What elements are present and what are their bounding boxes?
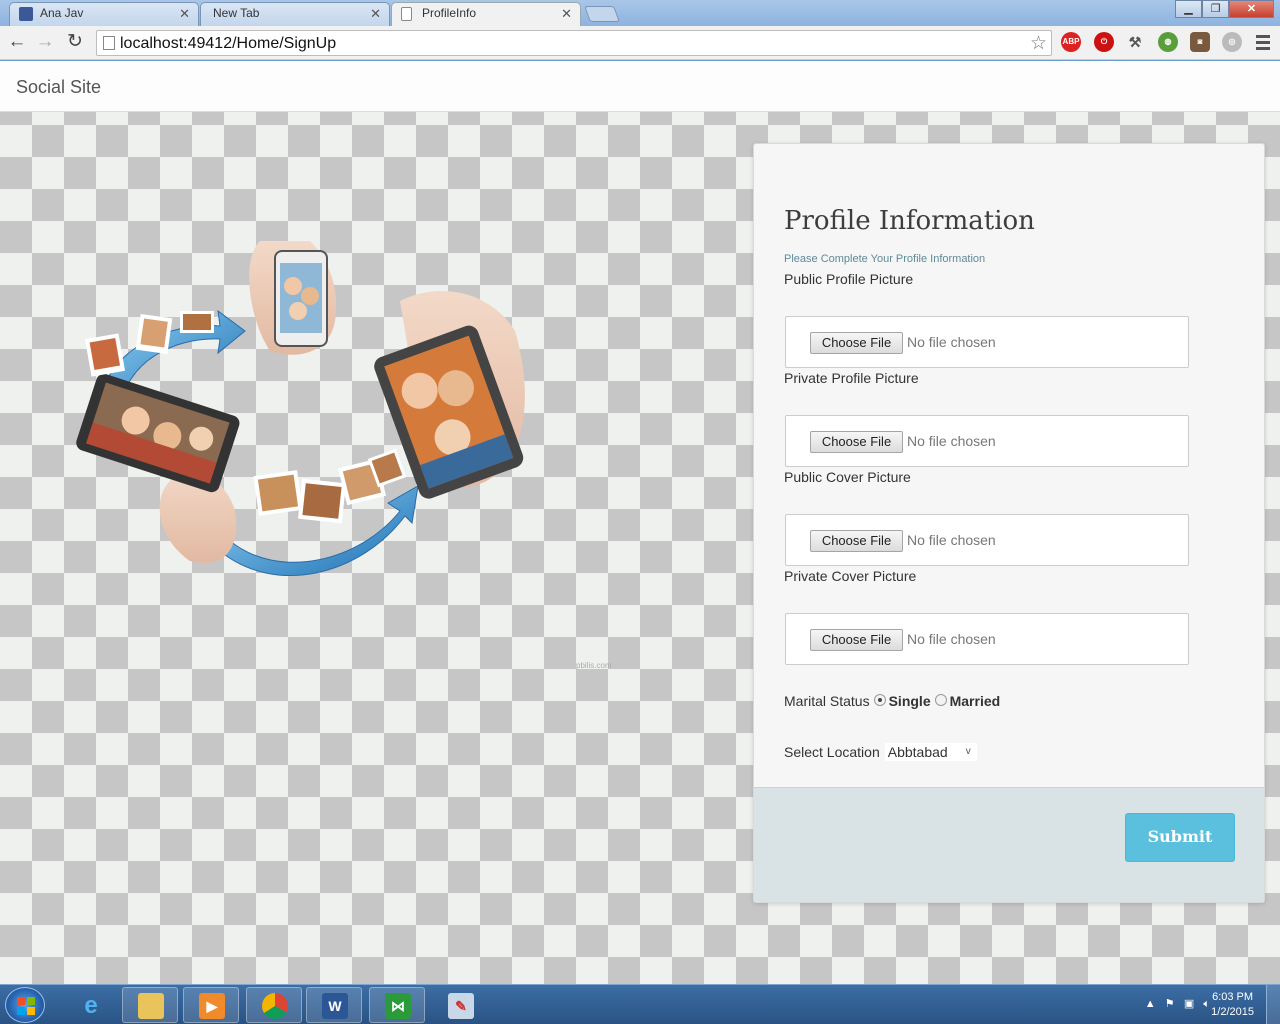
public-profile-picture-input[interactable]: Choose File No file chosen (785, 316, 1189, 368)
window-controls: ▁ ❐ ✕ (1175, 0, 1274, 18)
system-tray: ▲ ⚑ ▣ 🔈︎ (1145, 997, 1210, 1011)
single-radio[interactable] (873, 693, 886, 706)
address-url: localhost:49412/Home/SignUp (120, 35, 337, 52)
choose-file-button[interactable]: Choose File (810, 629, 903, 651)
form-subtitle: Please Complete Your Profile Information (784, 253, 986, 265)
location-group: Select Location Abbtabad v (784, 743, 977, 761)
location-select[interactable]: Abbtabad v (884, 743, 977, 761)
word-icon[interactable]: W (306, 987, 362, 1023)
browser-tab-bar: Ana Jav ✕ New Tab ✕ ProfileInfo ✕ ▁ ❐ ✕ (0, 0, 1280, 27)
form-title: Profile Information (784, 206, 1035, 236)
start-button[interactable] (5, 987, 45, 1023)
site-brand[interactable]: Social Site (16, 77, 101, 98)
bookmark-star-icon[interactable]: ☆ (1030, 32, 1047, 55)
chrome-icon[interactable] (246, 987, 302, 1023)
maximize-icon[interactable]: ❐ (1202, 0, 1229, 18)
submit-button[interactable]: Submit (1125, 813, 1235, 862)
married-radio-label[interactable]: Married (950, 693, 1001, 709)
forward-icon[interactable]: → (34, 31, 56, 53)
reload-icon[interactable]: ↻ (64, 31, 86, 53)
married-radio[interactable] (934, 693, 947, 706)
tablet-left (76, 373, 240, 493)
phone-top (274, 250, 328, 347)
adblock-plus-icon[interactable]: ABP (1061, 32, 1081, 52)
action-center-flag-icon[interactable]: ⚑ (1165, 998, 1175, 1010)
photos-bottom (253, 448, 407, 524)
marital-status-label: Marital Status (784, 693, 870, 709)
private-cover-picture-input[interactable]: Choose File No file chosen (785, 613, 1189, 665)
page-icon (401, 7, 412, 21)
tab-new-tab[interactable]: New Tab ✕ (200, 2, 390, 26)
file-status: No file chosen (907, 532, 996, 548)
show-hidden-icons-icon[interactable]: ▲ (1145, 998, 1156, 1010)
clock-time: 6:03 PM (1212, 991, 1254, 1003)
choose-file-button[interactable]: Choose File (810, 431, 903, 453)
close-tab-icon[interactable]: ✕ (370, 3, 381, 24)
instagram-icon[interactable]: ◙ (1190, 32, 1210, 52)
public-profile-picture-label: Public Profile Picture (784, 271, 914, 287)
minimize-icon[interactable]: ▁ (1175, 0, 1202, 18)
file-explorer-icon[interactable] (122, 987, 178, 1023)
globe-icon[interactable]: ◍ (1158, 32, 1178, 52)
windows-taskbar: e ▶ W ⋈ ✎ ▲ ⚑ ▣ 🔈︎ 6:03 PM 1/2/2015 (0, 984, 1280, 1024)
public-cover-picture-input[interactable]: Choose File No file chosen (785, 514, 1189, 566)
choose-file-button[interactable]: Choose File (810, 530, 903, 552)
social-sharing-illustration (76, 241, 525, 577)
file-status: No file chosen (907, 334, 996, 350)
stop-icon[interactable]: ⏻ (1094, 32, 1114, 52)
private-cover-picture-label: Private Cover Picture (784, 568, 917, 584)
location-selected-value: Abbtabad (887, 744, 948, 760)
close-tab-icon[interactable]: ✕ (561, 3, 572, 24)
visual-studio-icon[interactable]: ⋈ (369, 987, 425, 1023)
tab-title: New Tab (213, 6, 260, 20)
new-tab-button[interactable] (584, 6, 620, 22)
close-tab-icon[interactable]: ✕ (179, 3, 190, 24)
facebook-icon (19, 7, 33, 21)
volume-icon[interactable]: 🔈︎ (1203, 998, 1210, 1010)
marital-status-group: Marital Status Single Married (784, 693, 1000, 709)
media-player-icon[interactable]: ▶ (183, 987, 239, 1023)
file-status: No file chosen (907, 631, 996, 647)
chrome-menu-icon[interactable] (1256, 35, 1270, 53)
location-label: Select Location (784, 744, 880, 760)
page-body: Social Site pbilis.com Profile Informati… (0, 61, 1280, 984)
choose-file-button[interactable]: Choose File (810, 332, 903, 354)
close-window-icon[interactable]: ✕ (1229, 0, 1274, 18)
tab-ana-jav[interactable]: Ana Jav ✕ (9, 2, 199, 26)
browser-toolbar: ← → ↻ localhost:49412/Home/SignUp ☆ ABP … (0, 26, 1280, 60)
chevron-down-icon: v (965, 746, 971, 757)
network-icon[interactable]: ▣ (1184, 998, 1194, 1010)
private-profile-picture-input[interactable]: Choose File No file chosen (785, 415, 1189, 467)
illustration-watermark: pbilis.com (576, 661, 612, 670)
private-profile-picture-label: Private Profile Picture (784, 370, 919, 386)
tools-icon[interactable]: ⚒ (1125, 32, 1145, 52)
address-bar[interactable]: localhost:49412/Home/SignUp ☆ (96, 30, 1052, 56)
public-cover-picture-label: Public Cover Picture (784, 469, 911, 485)
tab-title: ProfileInfo (422, 6, 477, 20)
photos-left (84, 311, 214, 377)
internet-explorer-icon[interactable]: e (62, 987, 118, 1023)
single-radio-label[interactable]: Single (889, 693, 931, 709)
profile-information-card: Profile Information Please Complete Your… (753, 143, 1265, 903)
file-status: No file chosen (907, 433, 996, 449)
page-icon (103, 36, 115, 50)
clock-date: 1/2/2015 (1211, 1006, 1254, 1018)
show-desktop-button[interactable] (1266, 985, 1280, 1024)
circle-icon[interactable]: ◎ (1222, 32, 1242, 52)
card-footer: Submit (754, 787, 1264, 902)
tab-title: Ana Jav (40, 6, 84, 20)
back-icon[interactable]: ← (6, 31, 28, 53)
taskbar-clock[interactable]: 6:03 PM 1/2/2015 (1211, 990, 1254, 1020)
site-navbar: Social Site (0, 61, 1280, 112)
tab-profileinfo[interactable]: ProfileInfo ✕ (391, 2, 581, 27)
paint-icon[interactable]: ✎ (432, 987, 488, 1023)
